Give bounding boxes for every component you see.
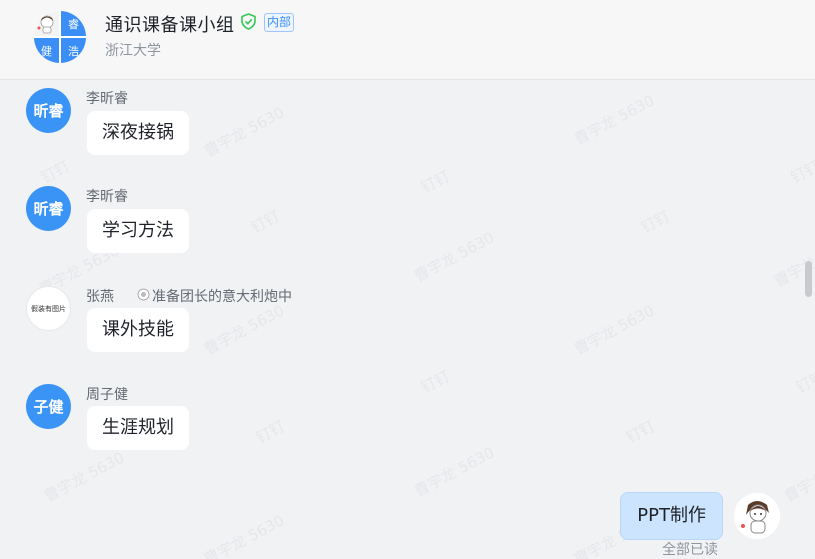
watermark: 钉钉 — [247, 206, 283, 237]
watermark: 钉钉 — [252, 416, 288, 447]
group-title[interactable]: 通识课备课小组 — [105, 11, 235, 37]
avatar-cell-image — [34, 11, 59, 36]
message-bubble[interactable]: 学习方法 — [87, 209, 189, 253]
cartoon-icon — [37, 15, 53, 33]
self-avatar[interactable] — [734, 493, 780, 539]
watermark: 曹宇龙 5630 — [411, 443, 498, 501]
avatar[interactable]: 昕睿 — [26, 186, 71, 231]
watermark: 曹宇龙 5630 — [411, 228, 498, 286]
watermark: 曹宇龙 5630 — [571, 91, 658, 149]
avatar-cell: 浩 — [61, 38, 86, 63]
message-bubble[interactable]: 深夜接锅 — [87, 111, 189, 155]
message-list[interactable]: 曹宇龙 5630 曹宇龙 5630 钉钉 钉钉 钉钉 钉钉 钉钉 曹宇龙 563… — [0, 81, 815, 559]
watermark: 曹宇龙 5630 — [781, 448, 815, 506]
user-status: 准备团长的意大利炮中 — [152, 289, 292, 305]
sender-name[interactable]: 张燕 — [86, 286, 114, 306]
scrollbar-thumb[interactable] — [805, 261, 812, 297]
group-avatar[interactable]: 睿 健 浩 — [34, 11, 86, 63]
watermark: 钉钉 — [417, 366, 453, 397]
watermark: 曹宇龙 5630 — [571, 301, 658, 359]
verified-shield-icon — [241, 13, 256, 30]
avatar[interactable]: 假装有图片 — [26, 286, 71, 331]
watermark: 曹宇龙 5630 — [201, 301, 288, 359]
watermark: 曹宇龙 5630 — [201, 103, 288, 161]
watermark: 钉钉 — [622, 416, 658, 447]
chat-header: 睿 健 浩 通识课备课小组 内部 浙江大学 — [0, 0, 815, 80]
watermark: 钉钉 — [787, 156, 815, 187]
watermark: 钉钉 — [37, 156, 73, 187]
internal-badge: 内部 — [264, 13, 295, 32]
sender-name[interactable]: 李昕睿 — [86, 186, 128, 206]
cartoon-avatar-icon — [734, 493, 780, 539]
avatar-cell: 健 — [34, 38, 59, 63]
sender-name[interactable]: 李昕睿 — [86, 88, 128, 108]
message-bubble[interactable]: 生涯规划 — [87, 406, 189, 450]
watermark: 钉钉 — [417, 166, 453, 197]
avatar[interactable]: 昕睿 — [26, 88, 71, 133]
watermark: 钉钉 — [637, 206, 673, 237]
avatar-cell: 睿 — [61, 11, 86, 36]
organization-name: 浙江大学 — [105, 43, 161, 59]
read-status[interactable]: 全部已读 — [662, 539, 718, 559]
message-bubble[interactable]: 课外技能 — [87, 308, 189, 352]
status-icon — [137, 288, 150, 301]
sender-name[interactable]: 周子健 — [86, 384, 128, 404]
watermark: 曹宇龙 5630 — [41, 448, 128, 506]
watermark: 曹宇龙 5630 — [201, 511, 288, 559]
avatar[interactable]: 子健 — [26, 384, 71, 429]
watermark: 钉钉 — [792, 366, 815, 397]
self-message-bubble[interactable]: PPT制作 — [620, 492, 723, 540]
